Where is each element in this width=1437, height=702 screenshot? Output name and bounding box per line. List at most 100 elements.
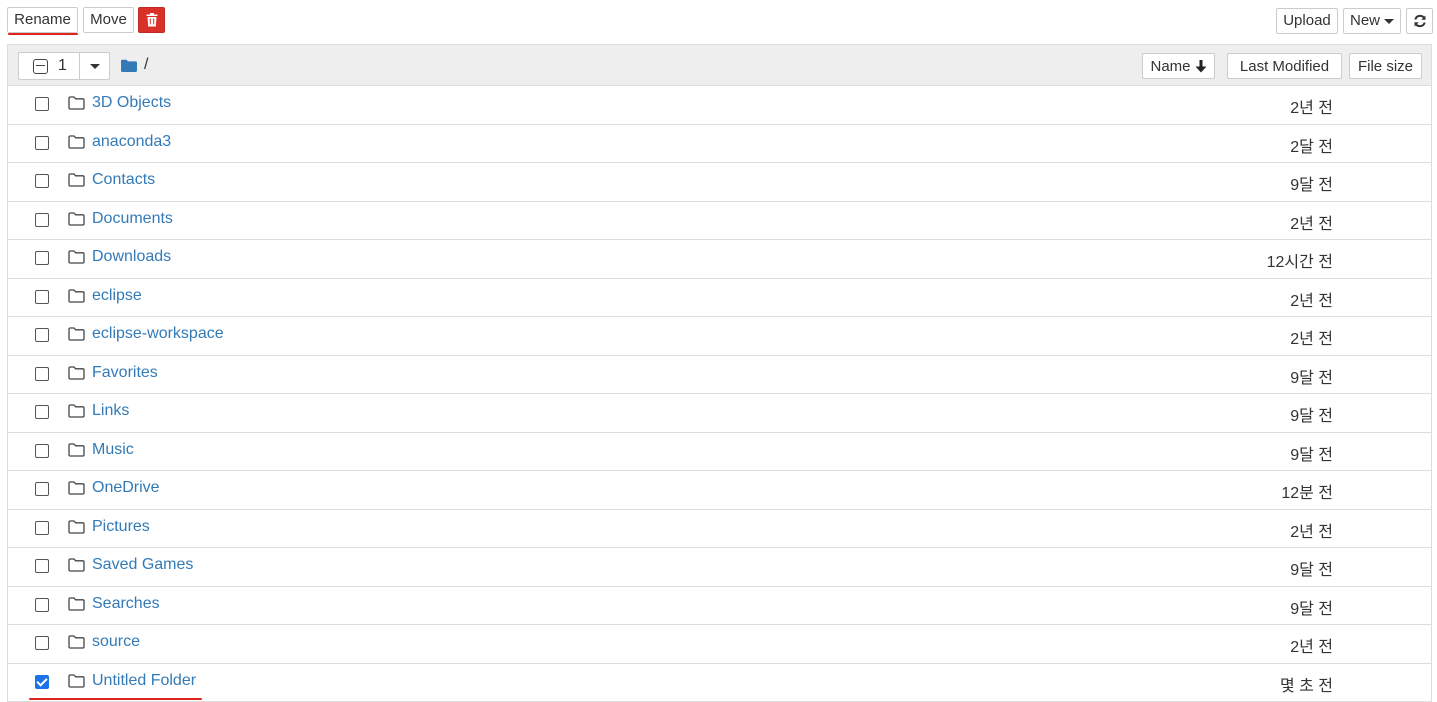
file-list-header: 1 / Name Last Modified File size <box>8 45 1431 86</box>
breadcrumb-path[interactable]: / <box>144 56 148 74</box>
folder-outline-icon <box>68 519 85 534</box>
table-row[interactable]: Searches 9달 전 <box>8 587 1431 625</box>
table-row[interactable]: Links 9달 전 <box>8 394 1431 433</box>
file-name-link[interactable]: anaconda3 <box>92 133 171 151</box>
last-modified-text: 2년 전 <box>1290 523 1333 541</box>
file-name-link[interactable]: Contacts <box>92 171 155 189</box>
table-row[interactable]: eclipse-workspace 2년 전 <box>8 317 1431 356</box>
file-name-link[interactable]: eclipse-workspace <box>92 325 224 343</box>
arrow-down-icon <box>1195 59 1206 72</box>
row-checkbox[interactable] <box>35 405 49 419</box>
file-name-link[interactable]: Downloads <box>92 248 171 266</box>
folder-outline-icon <box>68 327 85 341</box>
refresh-icon <box>1413 14 1426 28</box>
row-checkbox[interactable] <box>35 251 49 265</box>
toolbar: Rename Move Upload New <box>0 0 1437 44</box>
delete-button[interactable] <box>138 7 165 33</box>
last-modified-text: 2년 전 <box>1290 639 1333 656</box>
last-modified-text: 12분 전 <box>1281 485 1333 502</box>
row-checkbox[interactable] <box>35 674 49 689</box>
table-row[interactable]: Untitled Folder 몇 초 전 <box>8 664 1431 702</box>
sort-modified-label: Last Modified <box>1239 57 1330 75</box>
table-row[interactable]: OneDrive 12분 전 <box>8 471 1431 510</box>
last-modified-text: 2년 전 <box>1290 215 1333 233</box>
table-row[interactable]: Downloads 12시간 전 <box>8 240 1431 279</box>
table-row[interactable]: eclipse 2년 전 <box>8 279 1431 317</box>
select-dropdown-button[interactable] <box>80 53 109 79</box>
move-button[interactable]: Move <box>83 7 134 33</box>
folder-outline-icon <box>68 365 85 380</box>
row-checkbox[interactable] <box>35 443 49 458</box>
row-checkbox[interactable] <box>35 520 49 535</box>
row-checkbox[interactable] <box>35 328 49 342</box>
file-name-link[interactable]: Searches <box>92 595 160 613</box>
new-button-label: New <box>1350 12 1381 29</box>
sort-name-label: Name <box>1150 57 1191 75</box>
move-button-label: Move <box>90 11 127 28</box>
table-row[interactable]: anaconda3 2달 전 <box>8 125 1431 163</box>
table-row[interactable]: Documents 2년 전 <box>8 202 1431 240</box>
last-modified-text: 9달 전 <box>1290 369 1333 387</box>
last-modified-text: 9달 전 <box>1290 177 1333 194</box>
file-name-link[interactable]: Links <box>92 402 129 420</box>
table-row[interactable]: Pictures 2년 전 <box>8 510 1431 548</box>
file-name-link[interactable]: Documents <box>92 210 173 228</box>
last-modified-text: 9달 전 <box>1290 600 1333 618</box>
rename-button[interactable]: Rename <box>7 7 78 33</box>
refresh-button[interactable] <box>1406 8 1433 34</box>
table-row[interactable]: 3D Objects 2년 전 <box>8 86 1431 125</box>
folder-outline-icon <box>68 211 85 226</box>
new-dropdown-button[interactable]: New <box>1343 8 1401 34</box>
file-name-link[interactable]: Untitled Folder <box>92 672 196 690</box>
file-name-link[interactable]: source <box>92 633 140 651</box>
last-modified-text: 9달 전 <box>1290 562 1333 579</box>
select-all-checkbox[interactable]: 1 <box>19 53 80 79</box>
file-name-link[interactable]: Saved Games <box>92 556 193 574</box>
sort-by-size-button[interactable]: File size <box>1349 53 1422 79</box>
last-modified-text: 2달 전 <box>1290 138 1333 156</box>
folder-outline-icon <box>68 404 85 418</box>
select-all-group: 1 <box>18 52 110 80</box>
folder-outline-icon <box>68 596 85 611</box>
last-modified-text: 9달 전 <box>1290 446 1333 464</box>
file-name-link[interactable]: Favorites <box>92 364 158 382</box>
table-row[interactable]: source 2년 전 <box>8 625 1431 664</box>
sort-by-modified-button[interactable]: Last Modified <box>1227 53 1342 79</box>
row-checkbox[interactable] <box>35 559 49 573</box>
folder-icon[interactable] <box>121 59 137 72</box>
folder-outline-icon <box>68 250 85 264</box>
file-name-link[interactable]: Pictures <box>92 518 150 536</box>
folder-outline-icon <box>68 481 85 495</box>
sort-by-name-button[interactable]: Name <box>1142 53 1215 79</box>
folder-outline-icon <box>68 635 85 649</box>
untitled-folder-highlight-underline <box>29 698 202 700</box>
row-checkbox[interactable] <box>35 636 49 650</box>
row-checkbox[interactable] <box>35 212 49 227</box>
upload-button[interactable]: Upload <box>1276 8 1338 34</box>
row-checkbox[interactable] <box>35 97 49 111</box>
file-name-link[interactable]: OneDrive <box>92 479 160 497</box>
last-modified-text: 9달 전 <box>1290 408 1333 425</box>
file-name-link[interactable]: 3D Objects <box>92 94 171 112</box>
table-row[interactable]: Music 9달 전 <box>8 433 1431 471</box>
row-checkbox[interactable] <box>35 597 49 612</box>
sort-size-label: File size <box>1357 57 1413 75</box>
folder-outline-icon <box>68 673 85 688</box>
table-row[interactable]: Contacts 9달 전 <box>8 163 1431 202</box>
table-row[interactable]: Saved Games 9달 전 <box>8 548 1431 587</box>
indeterminate-checkbox-icon <box>33 58 48 74</box>
last-modified-text: 12시간 전 <box>1266 254 1333 271</box>
selected-count: 1 <box>58 57 67 74</box>
last-modified-text: 2년 전 <box>1290 292 1333 310</box>
breadcrumb: / <box>121 56 148 74</box>
table-row[interactable]: Favorites 9달 전 <box>8 356 1431 394</box>
file-name-link[interactable]: eclipse <box>92 287 142 305</box>
row-checkbox[interactable] <box>35 135 49 150</box>
row-checkbox[interactable] <box>35 174 49 188</box>
last-modified-text: 2년 전 <box>1290 100 1333 117</box>
row-checkbox[interactable] <box>35 482 49 496</box>
file-name-link[interactable]: Music <box>92 441 134 459</box>
row-checkbox[interactable] <box>35 289 49 304</box>
folder-outline-icon <box>68 96 85 110</box>
row-checkbox[interactable] <box>35 366 49 381</box>
